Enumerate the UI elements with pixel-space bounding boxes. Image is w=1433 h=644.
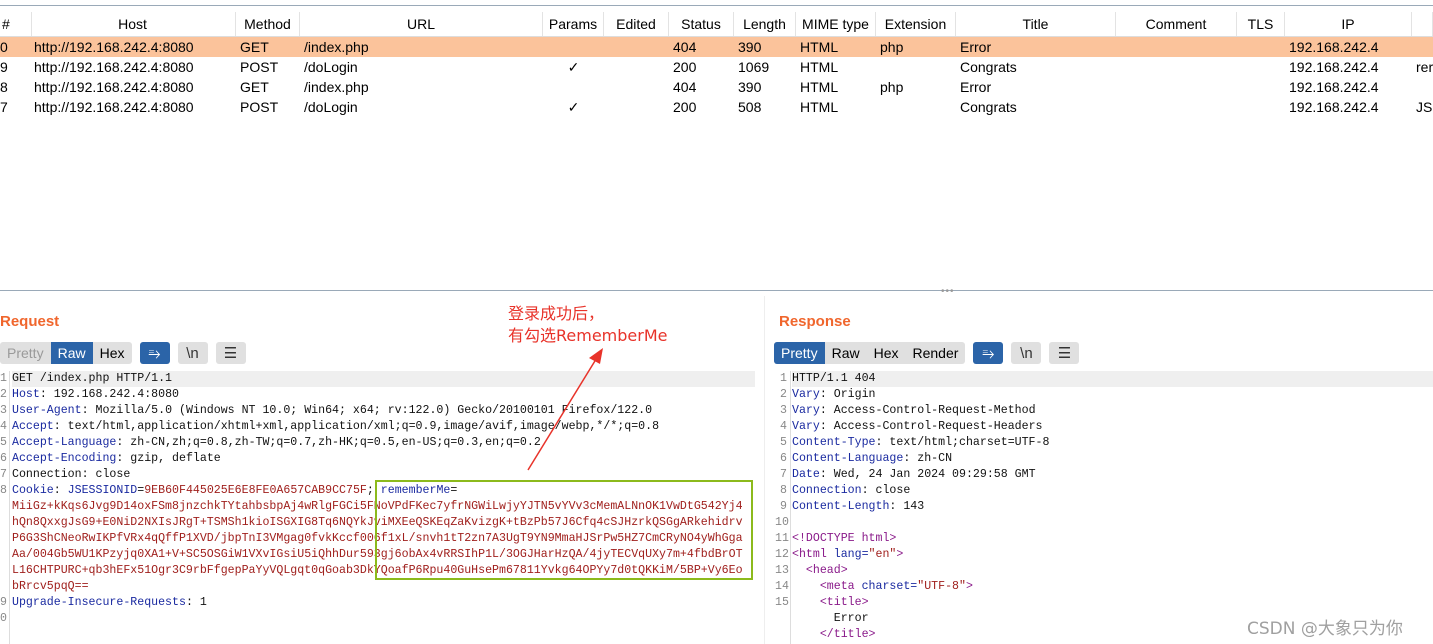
watermark: CSDN @大象只为你 [1247, 619, 1403, 639]
annotation-arrow [527, 348, 603, 471]
